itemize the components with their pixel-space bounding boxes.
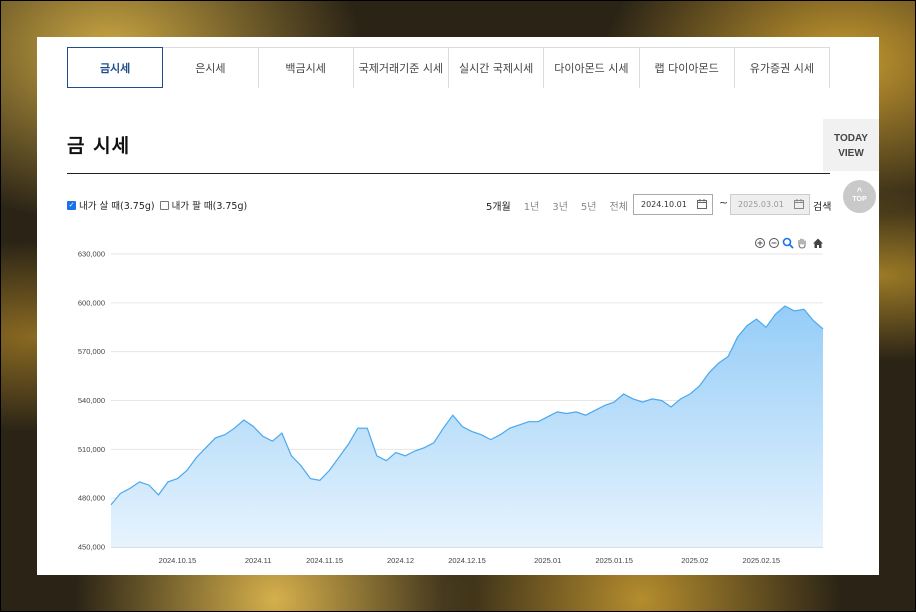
buy-checkbox[interactable]: ✓ (67, 200, 76, 210)
period-option-0[interactable]: 5개월 (486, 198, 511, 213)
tab-5[interactable]: 다이아몬드 시세 (544, 47, 640, 88)
x-tick-label: 2024.11.15 (306, 556, 343, 565)
date-separator: ~ (719, 196, 729, 209)
x-tick-label: 2025.01.15 (595, 556, 633, 565)
today-view-line2: VIEW (838, 148, 864, 159)
sell-checkbox-label[interactable]: 내가 팔 때(3.75g) (172, 198, 248, 212)
y-tick-label: 480,000 (78, 494, 105, 503)
gold-price-chart: 630,000 600,000 570,000 540,000 510,000 480,0… (78, 250, 824, 565)
tab-6[interactable]: 랩 다이아몬드 (639, 47, 735, 88)
chevron-up-icon: ^ (856, 186, 863, 196)
x-tick-label: 2025.02.15 (743, 556, 781, 565)
calendar-icon[interactable] (794, 199, 804, 209)
x-tick-label: 2024.10.15 (159, 556, 197, 565)
end-date-value: 2025.03.01 (738, 200, 784, 209)
today-view-panel[interactable]: TODAY VIEW (823, 119, 879, 171)
period-option-4[interactable]: 전체 (609, 198, 627, 213)
x-tick-label: 2025.01 (534, 556, 561, 565)
series-filter: ✓ 내가 살 때(3.75g) 내가 팔 때(3.75g) (67, 198, 252, 212)
tab-2[interactable]: 백금시세 (258, 47, 354, 88)
period-selector: 5개월 1년 3년 5년 전체 (486, 198, 641, 213)
title-divider (67, 173, 830, 174)
period-option-2[interactable]: 3년 (552, 198, 568, 213)
tab-4[interactable]: 실시간 국제시세 (449, 47, 545, 88)
y-tick-label: 510,000 (78, 445, 105, 454)
y-tick-label: 450,000 (78, 543, 105, 552)
y-tick-label: 540,000 (78, 396, 105, 405)
search-button[interactable]: 검색 (813, 198, 831, 213)
main-panel: 금시세 은시세 백금시세 국제거래기준 시세 실시간 국제시세 다이아몬드 시세 랩 다이아… (37, 37, 879, 575)
x-tick-label: 2024.12.15 (448, 556, 486, 565)
period-option-3[interactable]: 5년 (581, 198, 597, 213)
top-label: TOP (852, 196, 867, 203)
calendar-icon[interactable] (697, 199, 707, 209)
tab-1[interactable]: 은시세 (163, 47, 259, 88)
y-tick-label: 600,000 (78, 298, 105, 307)
page-title: 금 시세 (67, 135, 131, 157)
tab-7[interactable]: 유가증권 시세 (734, 47, 830, 88)
y-tick-label: 630,000 (78, 250, 105, 259)
start-date-value: 2024.10.01 (641, 200, 687, 209)
period-option-1[interactable]: 1년 (524, 198, 540, 213)
tab-3[interactable]: 국제거래기준 시세 (353, 47, 449, 88)
end-date-field[interactable]: 2025.03.01 (730, 194, 810, 215)
x-tick-label: 2024.12 (387, 556, 414, 565)
price-area (111, 306, 823, 547)
tab-0[interactable]: 금시세 (67, 47, 164, 88)
scroll-top-button[interactable]: ^ TOP (843, 180, 876, 213)
sell-checkbox[interactable] (159, 200, 169, 210)
price-tabs: 금시세 은시세 백금시세 국제거래기준 시세 실시간 국제시세 다이아몬드 시세 랩 다이아… (67, 47, 830, 88)
x-tick-label: 2024.11 (245, 556, 272, 565)
start-date-field[interactable]: 2024.10.01 (633, 194, 713, 215)
y-tick-label: 570,000 (78, 347, 105, 356)
x-tick-label: 2025.02 (681, 556, 708, 565)
buy-checkbox-label[interactable]: 내가 살 때(3.75g) (79, 198, 155, 212)
today-view-line1: TODAY (834, 133, 868, 144)
